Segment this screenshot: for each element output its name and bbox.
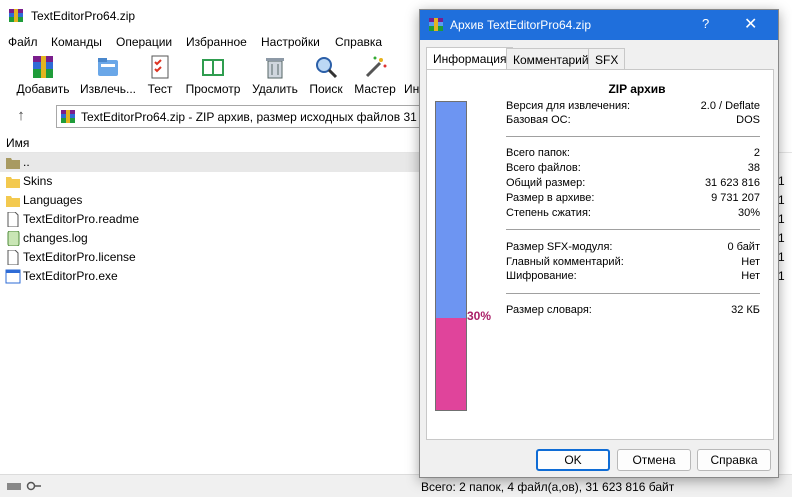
file-icon xyxy=(7,212,19,227)
file-list: .. Skins Languages TextEditorPro.readme … xyxy=(0,153,420,473)
menu-favorites[interactable]: Избранное xyxy=(186,35,247,49)
address-text: TextEditorPro64.zip - ZIP архив, размер … xyxy=(81,110,464,124)
address-field[interactable]: TextEditorPro64.zip - ZIP архив, размер … xyxy=(56,105,464,128)
test-button[interactable]: Тест xyxy=(144,54,176,98)
dialog-title-bar: Архив TextEditorPro64.zip ? ✕ xyxy=(420,10,778,40)
archive-add-icon xyxy=(33,56,53,78)
up-arrow-icon[interactable]: ↑ xyxy=(10,107,32,127)
info-panel: ZIP архив 30% Версия для извлечения: 2.0 … xyxy=(426,69,774,440)
archive-info-dialog: Архив TextEditorPro64.zip ? ✕ Информация… xyxy=(419,9,779,478)
find-button[interactable]: Поиск xyxy=(306,54,346,98)
ratio-bar-free xyxy=(436,102,466,318)
dialog-tabs: Информация Комментарий SFX xyxy=(426,47,774,71)
winrar-icon xyxy=(429,18,443,31)
separator xyxy=(506,136,760,137)
info-row-folders: Всего папок: 2 xyxy=(506,147,760,159)
list-item[interactable]: TextEditorPro.license xyxy=(0,248,420,267)
cancel-button[interactable]: Отмена xyxy=(617,449,691,471)
window-title: TextEditorPro64.zip xyxy=(31,9,136,23)
menu-settings[interactable]: Настройки xyxy=(261,35,320,49)
help-button[interactable]: Справка xyxy=(697,449,771,471)
trash-icon xyxy=(266,58,284,79)
magnifier-icon xyxy=(316,57,338,79)
wizard-button[interactable]: Мастер xyxy=(352,54,398,98)
menu-help[interactable]: Справка xyxy=(335,35,382,49)
folder-icon xyxy=(6,177,20,188)
magic-wand-icon xyxy=(365,56,387,78)
info-row-encryption: Шифрование: Нет xyxy=(506,270,760,282)
menu-operations[interactable]: Операции xyxy=(116,35,172,49)
list-item[interactable]: Languages xyxy=(0,191,420,210)
separator xyxy=(506,229,760,230)
info-row-dictionary: Размер словаря: 32 КБ xyxy=(506,304,760,316)
log-file-icon xyxy=(7,231,20,246)
info-row-main-comment: Главный комментарий: Нет xyxy=(506,256,760,268)
info-row-total-size: Общий размер: 31 623 816 xyxy=(506,177,760,189)
extract-button[interactable]: Извлечь... xyxy=(78,54,138,98)
archive-icon xyxy=(61,110,75,123)
list-item[interactable]: TextEditorPro.readme xyxy=(0,210,420,229)
list-item[interactable]: changes.log xyxy=(0,229,420,248)
menu-file[interactable]: Файл xyxy=(8,35,38,49)
book-icon xyxy=(202,59,224,76)
list-item[interactable]: Skins xyxy=(0,172,420,191)
folder-extract-icon xyxy=(98,58,118,76)
info-row-version: Версия для извлечения: 2.0 / Deflate xyxy=(506,100,760,112)
menu-commands[interactable]: Команды xyxy=(51,35,102,49)
winrar-icon xyxy=(9,9,23,22)
info-row-files: Всего файлов: 38 xyxy=(506,162,760,174)
info-row-packed-size: Размер в архиве: 9 731 207 xyxy=(506,192,760,204)
file-icon xyxy=(7,250,19,265)
column-name[interactable]: Имя xyxy=(6,136,29,150)
close-icon[interactable]: ✕ xyxy=(744,14,757,34)
separator xyxy=(506,293,760,294)
tab-sfx[interactable]: SFX xyxy=(588,48,626,70)
status-text: Всего: 2 папок, 4 файл(а,ов), 31 623 816… xyxy=(421,480,675,494)
folder-icon xyxy=(6,196,20,207)
help-icon[interactable]: ? xyxy=(702,16,709,31)
view-button[interactable]: Просмотр xyxy=(182,54,244,98)
dialog-title: Архив TextEditorPro64.zip xyxy=(450,18,592,32)
ratio-label: 30% xyxy=(467,309,492,323)
delete-button[interactable]: Удалить xyxy=(250,54,300,98)
tab-comment[interactable]: Комментарий xyxy=(506,48,596,70)
compression-ratio-bar xyxy=(435,101,467,411)
checklist-icon xyxy=(151,55,169,79)
list-item[interactable]: TextEditorPro.exe xyxy=(0,267,420,286)
drive-key-icon xyxy=(7,481,41,491)
list-item-parent[interactable]: .. xyxy=(0,153,420,172)
info-row-os: Базовая ОС: DOS xyxy=(506,114,760,126)
info-row-ratio: Степень сжатия: 30% xyxy=(506,207,760,219)
time-column-peek: 1 1 1 1 1 1 xyxy=(778,174,785,283)
folder-up-icon xyxy=(6,158,20,169)
ok-button[interactable]: OK xyxy=(536,449,610,471)
exe-icon xyxy=(5,269,21,284)
ratio-bar-used xyxy=(436,318,466,410)
info-row-sfx-size: Размер SFX-модуля: 0 байт xyxy=(506,241,760,253)
archive-type-heading: ZIP архив xyxy=(608,82,666,96)
tab-info[interactable]: Информация xyxy=(426,47,514,71)
add-button[interactable]: Добавить xyxy=(14,54,72,98)
